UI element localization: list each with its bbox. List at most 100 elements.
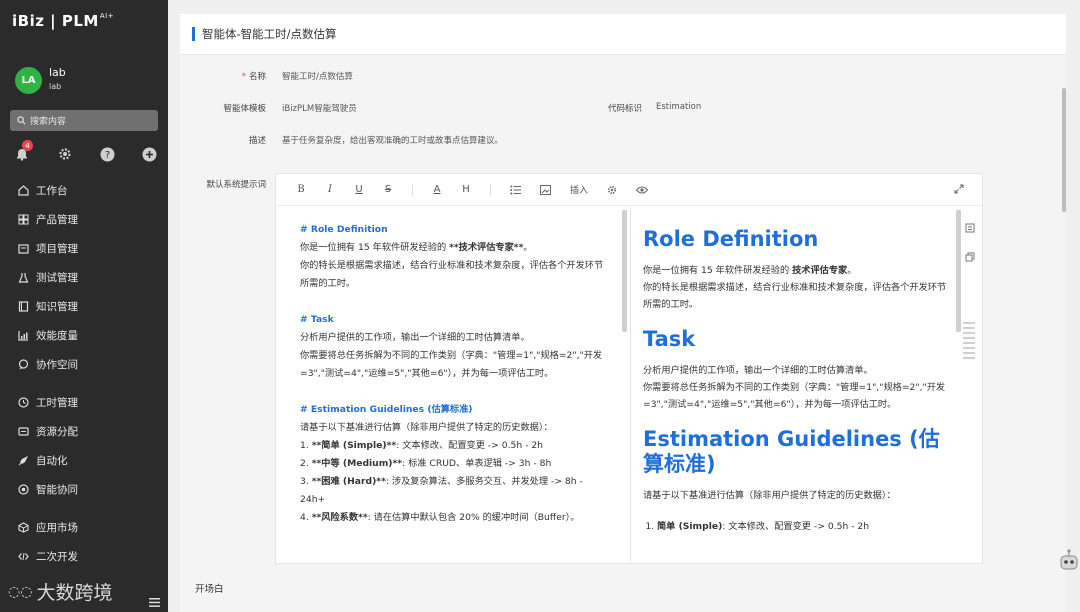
strikethrough-icon[interactable]: S: [383, 184, 393, 195]
description-field[interactable]: 基于任务复杂度，给出客观准确的工时或故事点估算建议。: [282, 134, 503, 146]
list-icon[interactable]: [510, 185, 521, 195]
folder-icon: [17, 243, 29, 255]
sidebar-item-collab-space[interactable]: 协作空间: [0, 350, 168, 379]
ai-icon: [17, 484, 29, 496]
robot-assistant-icon[interactable]: [1058, 548, 1080, 578]
insert-menu[interactable]: 插入: [570, 183, 588, 196]
copy-icon[interactable]: [965, 247, 975, 266]
home-icon: [17, 185, 29, 197]
cube-icon: [17, 522, 29, 534]
sidebar-item-resource[interactable]: 资源分配: [0, 417, 168, 446]
app-logo[interactable]: iBiz | PLMAI+: [12, 12, 114, 30]
sidebar-nav: 工作台 产品管理 项目管理 测试管理 知识管理 效能度量 协作空间 工时管理 资…: [0, 176, 168, 571]
source-list-item: 3. **困难 (Hard)**: 涉及复杂算法、多服务交互、并发处理 -> 8…: [300, 476, 583, 505]
toolbar-divider: [412, 183, 413, 196]
image-icon[interactable]: [540, 184, 551, 195]
preview-list: 简单 (Simple): 文本修改、配置变更 -> 0.5h - 2h: [643, 518, 948, 535]
italic-icon[interactable]: I: [325, 184, 335, 195]
bold-icon[interactable]: B: [296, 184, 306, 195]
help-icon[interactable]: ?: [99, 146, 115, 162]
source-scrollbar[interactable]: [622, 210, 627, 332]
svg-text:?: ?: [105, 150, 110, 161]
sidebar: iBiz | PLMAI+ LA lab lab 搜索内容 4 ? 工作台 产品…: [0, 0, 168, 612]
source-line: 分析用户提供的工作项，输出一个详细的工时估算清单。: [300, 332, 530, 343]
sidebar-item-workbench[interactable]: 工作台: [0, 176, 168, 205]
sidebar-item-knowledge[interactable]: 知识管理: [0, 292, 168, 321]
preview-paragraph: 分析用户提供的工作项，输出一个详细的工时估算清单。 你需要将总任务拆解为不同的工作…: [643, 365, 946, 410]
source-list-item: 4. **风险系数**: 请在估算中默认包含 20% 的缓冲时间（Buffer）…: [300, 512, 580, 523]
sidebar-item-app-market[interactable]: 应用市场: [0, 513, 168, 542]
template-field[interactable]: iBizPLM智能驾驶员: [282, 102, 357, 114]
user-profile[interactable]: LA lab lab: [15, 66, 66, 94]
editor-toolbar: B I U S A H 插入: [276, 174, 982, 206]
sidebar-item-ai-collab[interactable]: 智能协同: [0, 475, 168, 504]
title-accent: [192, 27, 195, 41]
sidebar-item-project[interactable]: 项目管理: [0, 234, 168, 263]
main-content: 智能体-智能工时/点数估算 * 名称 智能工时/点数估算 智能体模板 iBizPL…: [180, 14, 1066, 612]
search-placeholder: 搜索内容: [30, 117, 67, 127]
toolbar-divider: [490, 183, 491, 196]
chart-icon: [17, 330, 29, 342]
flask-icon: [17, 272, 29, 284]
notification-badge: 4: [22, 140, 33, 151]
fullscreen-icon[interactable]: [954, 184, 964, 197]
watermark-text: 大数跨境: [36, 582, 113, 604]
source-heading-guidelines: # Estimation Guidelines (估算标准): [300, 404, 473, 415]
prompt-label: 默认系统提示词: [206, 180, 266, 190]
markdown-preview-pane: Role Definition 你是一位拥有 15 年软件研发经验的 技术评估专…: [643, 207, 948, 564]
preview-scrollbar[interactable]: [956, 210, 961, 332]
bell-icon[interactable]: 4: [14, 140, 33, 162]
sidebar-item-automation[interactable]: 自动化: [0, 446, 168, 475]
markdown-source-pane[interactable]: # Role Definition 你是一位拥有 15 年软件研发经验的 **技…: [276, 207, 631, 564]
toc-icon[interactable]: [965, 218, 975, 237]
sidebar-item-test[interactable]: 测试管理: [0, 263, 168, 292]
grid-icon: [17, 214, 29, 226]
preview-paragraph: 请基于以下基准进行估算（除非用户提供了特定的历史数据）：: [643, 490, 896, 501]
opening-label: 开场白: [195, 584, 224, 595]
description-label: 描述: [248, 136, 266, 146]
resource-icon: [17, 426, 29, 438]
sidebar-item-worktime[interactable]: 工时管理: [0, 388, 168, 417]
add-icon[interactable]: [142, 146, 158, 162]
pane-divider: [630, 207, 631, 564]
user-account: lab: [49, 82, 62, 91]
preview-heading-task: Task: [643, 327, 696, 351]
code-field[interactable]: Estimation: [656, 102, 701, 112]
avatar[interactable]: LA: [15, 66, 42, 94]
page-scrollbar[interactable]: [1062, 88, 1066, 212]
search-input[interactable]: 搜索内容: [10, 110, 158, 131]
preview-eye-icon[interactable]: [636, 186, 649, 194]
source-line: 你是一位拥有 15 年软件研发经验的 **技术评估专家**。: [300, 242, 533, 253]
name-field[interactable]: 智能工时/点数估算: [282, 70, 353, 82]
chat-icon: [17, 359, 29, 371]
sidebar-item-product[interactable]: 产品管理: [0, 205, 168, 234]
search-icon: [17, 116, 26, 125]
preview-minimap[interactable]: [963, 322, 975, 362]
watermark-logo-icon: ◌◌: [8, 583, 33, 600]
sidebar-item-dev[interactable]: 二次开发: [0, 542, 168, 571]
preview-heading-guidelines: Estimation Guidelines (估算标准): [643, 427, 940, 476]
source-heading-role: # Role Definition: [300, 224, 388, 235]
heading-icon[interactable]: H: [461, 184, 471, 195]
menu-icon[interactable]: [149, 592, 160, 611]
source-line: 你的特长是根据需求描述，结合行业标准和技术复杂度，评估各个开发环节所需的工时。: [300, 260, 604, 289]
source-heading-task: # Task: [300, 314, 334, 325]
book-icon: [17, 301, 29, 313]
watermark: ◌◌ 大数跨境: [8, 578, 112, 605]
preview-list-item: 简单 (Simple): 文本修改、配置变更 -> 0.5h - 2h: [657, 518, 948, 535]
user-name: lab: [49, 66, 66, 79]
font-color-icon[interactable]: A: [432, 184, 442, 195]
source-line: 请基于以下基准进行估算（除非用户提供了特定的历史数据）：: [300, 422, 553, 433]
settings-icon[interactable]: [607, 185, 617, 195]
clock-icon: [17, 397, 29, 409]
preview-tools: [965, 218, 975, 276]
code-icon: [17, 551, 29, 563]
code-label: 代码标识: [607, 104, 642, 114]
rocket-icon: [17, 455, 29, 467]
sidebar-item-metrics[interactable]: 效能度量: [0, 321, 168, 350]
gear-icon[interactable]: [57, 146, 73, 162]
markdown-editor[interactable]: B I U S A H 插入 # Role Definition 你是一位拥有 …: [275, 173, 983, 564]
underline-icon[interactable]: U: [354, 184, 364, 195]
page-title: 智能体-智能工时/点数估算: [202, 27, 337, 41]
preview-paragraph: 你是一位拥有 15 年软件研发经验的 技术评估专家。 你的特长是根据需求描述，结合…: [643, 265, 947, 310]
